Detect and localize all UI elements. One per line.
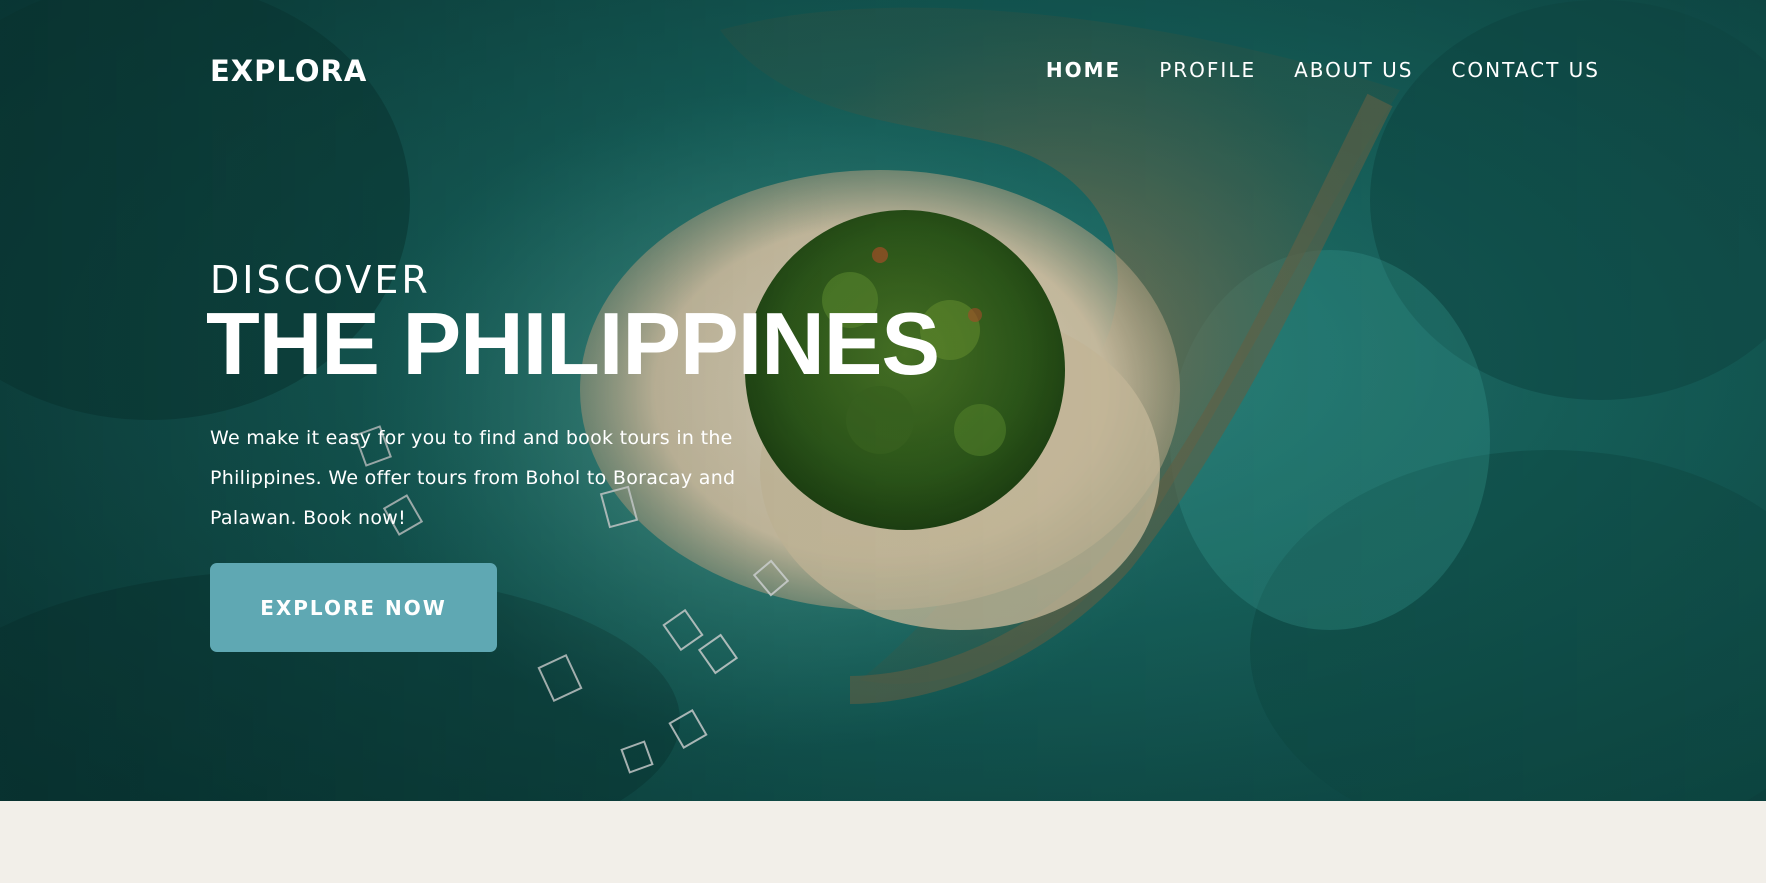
hero-description: We make it easy for you to find and book… bbox=[210, 427, 736, 529]
nav-item-profile[interactable]: PROFILE bbox=[1159, 58, 1256, 82]
nav-item-contact-us[interactable]: CONTACT US bbox=[1451, 58, 1600, 82]
hero-overlay bbox=[0, 0, 1766, 801]
nav-item-about-us[interactable]: ABOUT US bbox=[1294, 58, 1413, 82]
below-hero-section bbox=[0, 801, 1766, 883]
main-nav: HOME PROFILE ABOUT US CONTACT US bbox=[1046, 58, 1600, 82]
hero-headline: THE PHILIPPINES bbox=[206, 294, 940, 393]
nav-item-home[interactable]: HOME bbox=[1046, 58, 1121, 82]
brand-logo[interactable]: EXPLORA bbox=[210, 54, 367, 88]
explore-now-button[interactable]: EXPLORE NOW bbox=[210, 563, 497, 652]
hero-section: EXPLORA HOME PROFILE ABOUT US CONTACT US… bbox=[0, 0, 1766, 801]
